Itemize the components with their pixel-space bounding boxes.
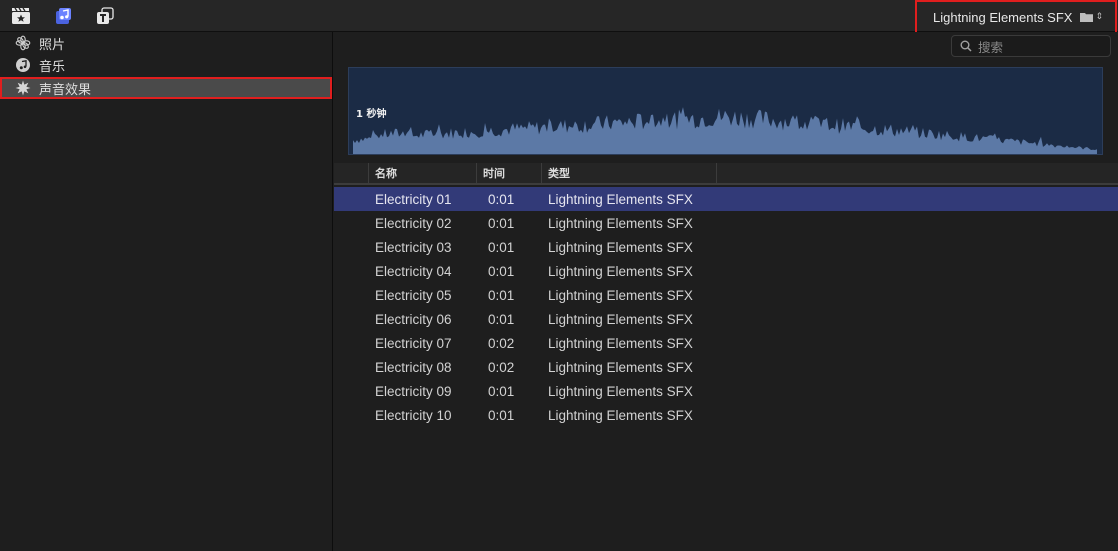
table-row[interactable]: Electricity 10 0:01 Lightning Elements S… — [334, 403, 1118, 427]
table-header: 名称 时间 类型 — [334, 163, 1118, 185]
clip-name: Electricity 02 — [375, 215, 452, 231]
clip-type: Lightning Elements SFX — [548, 191, 693, 207]
duration-label: 1 秒钟 — [356, 109, 387, 120]
clip-name: Electricity 10 — [375, 407, 452, 423]
search-field[interactable]: 搜索 — [951, 35, 1111, 57]
clip-type: Lightning Elements SFX — [548, 335, 693, 351]
browser-main: 搜索 1 秒钟 名称 时间 类型 Electricity 01 0:01 Lig… — [334, 32, 1118, 551]
clip-type: Lightning Elements SFX — [548, 263, 693, 279]
clip-duration: 0:01 — [488, 191, 515, 207]
column-header-type[interactable]: 类型 — [541, 163, 716, 183]
clip-name: Electricity 07 — [375, 335, 452, 351]
sidebar-item-photos[interactable]: 照片 — [0, 32, 332, 54]
clip-duration: 0:01 — [488, 263, 515, 279]
waveform-shape — [353, 107, 1097, 154]
clip-name: Electricity 01 — [375, 191, 452, 207]
sound-effects-icon — [15, 80, 31, 96]
table-row[interactable]: Electricity 09 0:01 Lightning Elements S… — [334, 379, 1118, 403]
titles-icon[interactable] — [94, 6, 116, 26]
music-icon — [15, 57, 31, 73]
clip-type: Lightning Elements SFX — [548, 383, 693, 399]
search-input[interactable]: 搜索 — [978, 37, 1003, 56]
clip-name: Electricity 03 — [375, 239, 452, 255]
sidebar-item-label: 音乐 — [39, 59, 66, 75]
clip-duration: 0:01 — [488, 383, 515, 399]
table-row[interactable]: Electricity 08 0:02 Lightning Elements S… — [334, 355, 1118, 379]
clip-duration: 0:01 — [488, 311, 515, 327]
clip-name: Electricity 08 — [375, 359, 452, 375]
table-row[interactable]: Electricity 05 0:01 Lightning Elements S… — [334, 283, 1118, 307]
column-header-time[interactable]: 时间 — [476, 163, 541, 183]
source-label: Lightning Elements SFX — [933, 9, 1073, 25]
clip-type: Lightning Elements SFX — [548, 311, 693, 327]
column-header-blank — [716, 163, 1118, 183]
sidebar-item-label: 照片 — [39, 37, 66, 53]
source-selector[interactable]: Lightning Elements SFX ⇕ — [915, 0, 1117, 34]
audio-waveform — [353, 107, 1097, 154]
sidebar: 照片 音乐 声音效果 — [0, 32, 333, 551]
table-row[interactable]: Electricity 03 0:01 Lightning Elements S… — [334, 235, 1118, 259]
clip-duration: 0:02 — [488, 359, 515, 375]
photos-icon — [15, 35, 31, 51]
clip-type: Lightning Elements SFX — [548, 359, 693, 375]
clip-duration: 0:01 — [488, 239, 515, 255]
chevron-updown-icon: ⇕ — [1095, 11, 1104, 22]
table-row[interactable]: Electricity 02 0:01 Lightning Elements S… — [334, 211, 1118, 235]
table-row[interactable]: Electricity 04 0:01 Lightning Elements S… — [334, 259, 1118, 283]
clip-type: Lightning Elements SFX — [548, 407, 693, 423]
clip-name: Electricity 06 — [375, 311, 452, 327]
clip-type: Lightning Elements SFX — [548, 287, 693, 303]
clip-name: Electricity 04 — [375, 263, 452, 279]
waveform-preview[interactable]: 1 秒钟 — [348, 67, 1103, 155]
clip-duration: 0:01 — [488, 407, 515, 423]
search-icon — [960, 40, 972, 52]
clip-duration: 0:02 — [488, 335, 515, 351]
table-row[interactable]: Electricity 06 0:01 Lightning Elements S… — [334, 307, 1118, 331]
clip-duration: 0:01 — [488, 287, 515, 303]
clip-name: Electricity 05 — [375, 287, 452, 303]
music-note-icon[interactable] — [52, 6, 74, 26]
sidebar-item-label: 声音效果 — [39, 82, 92, 98]
clip-name: Electricity 09 — [375, 383, 452, 399]
clip-type: Lightning Elements SFX — [548, 239, 693, 255]
table-row[interactable]: Electricity 01 0:01 Lightning Elements S… — [334, 187, 1118, 211]
media-browser-icon[interactable] — [10, 6, 32, 26]
sidebar-item-music[interactable]: 音乐 — [0, 54, 332, 76]
table-row[interactable]: Electricity 07 0:02 Lightning Elements S… — [334, 331, 1118, 355]
clip-type: Lightning Elements SFX — [548, 215, 693, 231]
sidebar-item-sound-effects[interactable]: 声音效果 — [0, 77, 332, 99]
folder-icon — [1080, 13, 1094, 22]
column-header-name[interactable]: 名称 — [368, 163, 476, 183]
clip-duration: 0:01 — [488, 215, 515, 231]
clip-list: Electricity 01 0:01 Lightning Elements S… — [334, 187, 1118, 427]
top-toolbar: Lightning Elements SFX ⇕ — [0, 0, 1118, 34]
